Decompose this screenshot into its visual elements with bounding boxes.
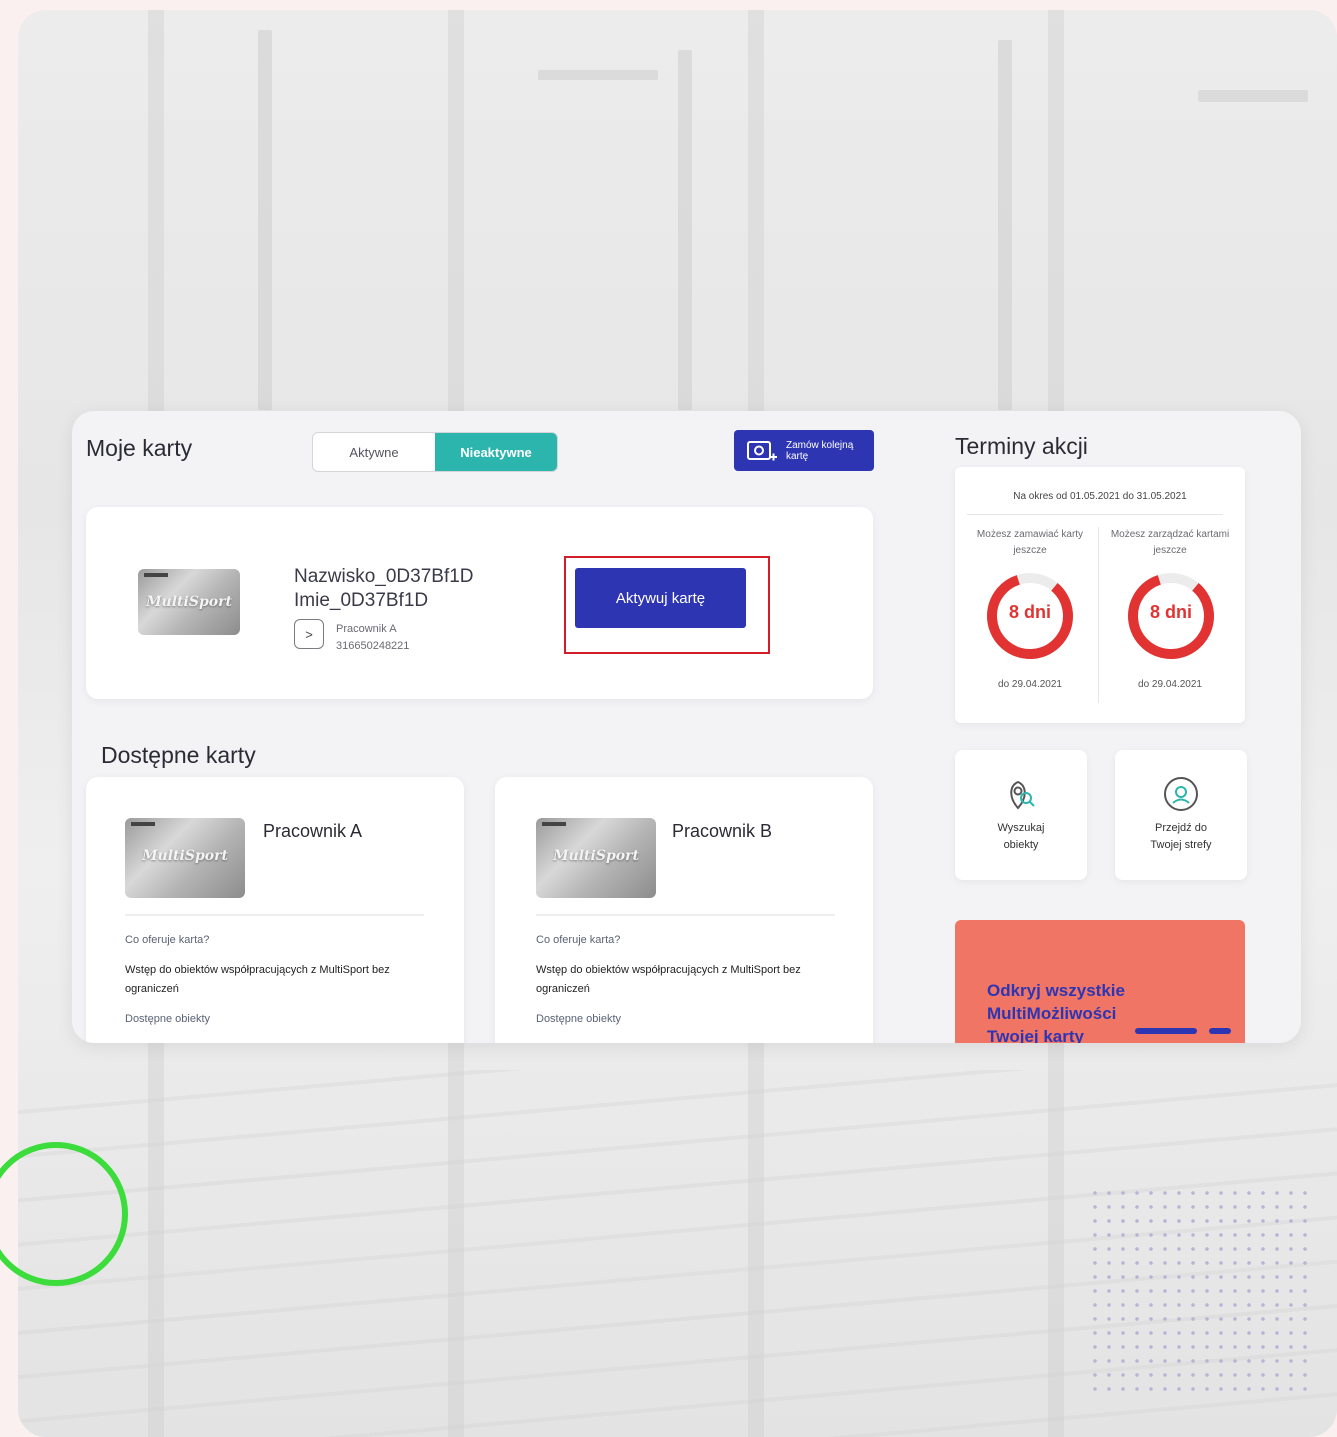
card-type: Pracownik A	[336, 623, 397, 635]
your-zone-label: Przejdź do Twojej strefy	[1150, 822, 1212, 851]
search-facilities-tile[interactable]: Wyszukaj obiekty	[955, 750, 1087, 880]
card-offer-question[interactable]: Co oferuje karta?	[125, 934, 209, 946]
decorative-dot-grid	[1088, 1186, 1308, 1398]
card-offer-description: Wstęp do obiektów współpracujących z Mul…	[536, 964, 801, 995]
order-card-label: Zamów kolejną kartę	[786, 439, 854, 462]
card-number: 316650248221	[336, 640, 410, 652]
card-image: MultiSport	[138, 569, 240, 635]
card-image: MultiSport	[125, 818, 245, 898]
order-deadline-date: do 29.04.2021	[998, 679, 1062, 690]
available-facilities-link[interactable]: Dostępne obiekty	[125, 1013, 210, 1025]
tab-inactive[interactable]: Nieaktywne	[435, 433, 557, 471]
available-card: MultiSport Pracownik A Co oferuje karta?…	[86, 777, 464, 1043]
available-cards-title: Dostępne karty	[101, 742, 256, 768]
manage-days-left: 8 dni	[1149, 602, 1192, 622]
available-card: MultiSport Pracownik B Co oferuje karta?…	[495, 777, 873, 1043]
card-meta: Pracownik A 316650248221	[336, 621, 409, 655]
promo-banner[interactable]: Odkryj wszystkie MultiMożliwości Twojej …	[955, 920, 1245, 1043]
card-name: Pracownik B	[672, 821, 773, 841]
card-image: MultiSport	[536, 818, 656, 898]
available-facilities-link[interactable]: Dostępne obiekty	[536, 1013, 621, 1025]
your-zone-tile[interactable]: Przejdź do Twojej strefy	[1115, 750, 1247, 880]
manage-deadline-caption: Możesz zarządzać kartami jeszcze	[1110, 529, 1230, 556]
current-card-panel: MultiSport Nazwisko_0D37Bf1D Imie_0D37Bf…	[86, 507, 873, 699]
card-name: Pracownik A	[263, 821, 363, 841]
activate-card-button[interactable]: Aktywuj kartę	[575, 568, 746, 628]
tab-active[interactable]: Aktywne	[313, 433, 435, 471]
terms-title: Terminy akcji	[955, 433, 1088, 459]
app-window: Moje karty Aktywne Nieaktywne Zamów kole…	[72, 411, 1301, 1043]
manage-deadline-date: do 29.04.2021	[1138, 679, 1202, 690]
terms-panel: Na okres od 01.05.2021 do 31.05.2021 Moż…	[955, 467, 1245, 723]
card-status-toggle: Aktywne Nieaktywne	[312, 432, 558, 472]
location-search-icon	[1010, 780, 1035, 810]
order-days-left: 8 dni	[1008, 602, 1051, 622]
card-offer-question[interactable]: Co oferuje karta?	[536, 934, 620, 946]
order-deadline-caption: Możesz zamawiać karty jeszcze	[976, 529, 1084, 556]
terms-period: Na okres od 01.05.2021 do 31.05.2021	[1013, 491, 1187, 502]
card-details-chevron-icon[interactable]: >	[294, 619, 324, 649]
add-card-icon	[747, 440, 777, 460]
user-zone-icon	[1164, 777, 1198, 811]
order-card-button[interactable]: Zamów kolejną kartę	[734, 430, 874, 471]
page-title: Moje karty	[86, 435, 193, 461]
search-facilities-label: Wyszukaj obiekty	[997, 822, 1045, 851]
card-offer-description: Wstęp do obiektów współpracujących z Mul…	[125, 964, 390, 995]
card-holder-name: Nazwisko_0D37Bf1D Imie_0D37Bf1D	[294, 566, 474, 611]
